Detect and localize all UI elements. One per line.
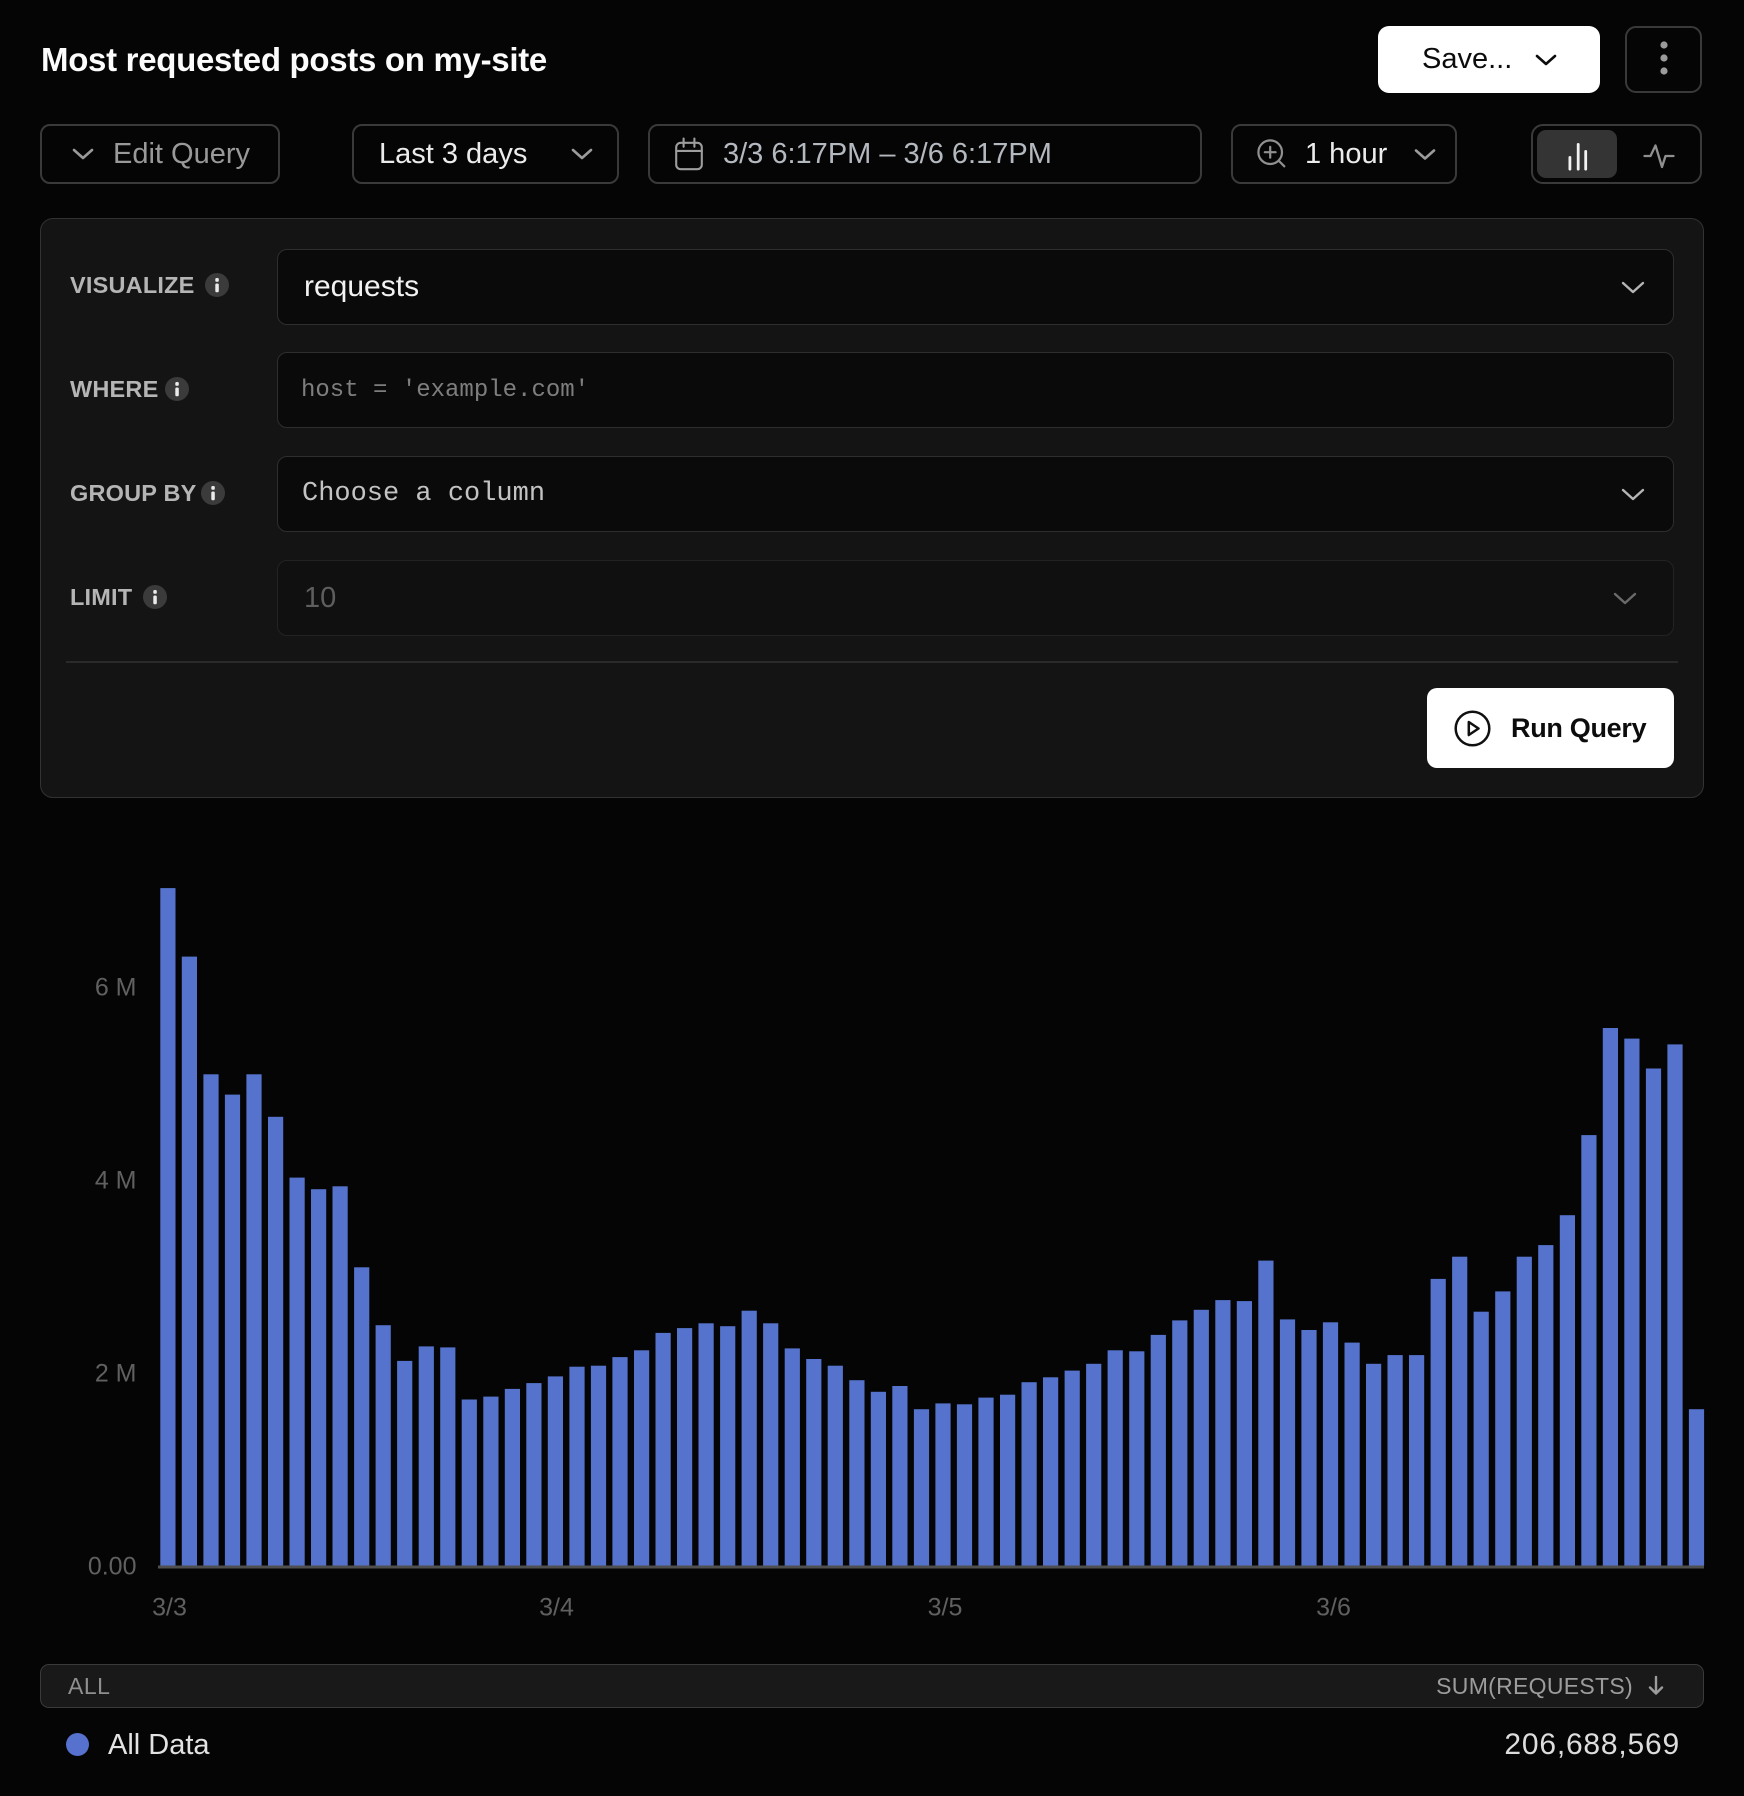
svg-text:4 M: 4 M [95,1167,137,1195]
svg-text:3/4: 3/4 [539,1594,574,1622]
svg-text:6 M: 6 M [95,974,137,1002]
svg-text:2 M: 2 M [95,1360,137,1388]
svg-text:3/5: 3/5 [928,1594,963,1622]
svg-text:3/3: 3/3 [152,1594,187,1622]
svg-text:3/6: 3/6 [1316,1594,1351,1622]
svg-text:0.00: 0.00 [88,1553,137,1581]
